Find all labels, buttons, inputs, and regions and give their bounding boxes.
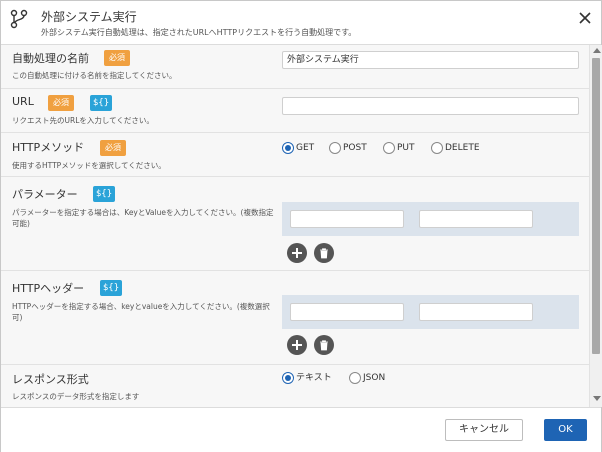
headers-row: HTTPヘッダー ${} HTTPヘッダーを指定する場合、keyとvalueを入… — [1, 271, 589, 365]
delete-header-button[interactable] — [314, 335, 334, 355]
scroll-up-icon[interactable] — [593, 48, 601, 53]
required-badge: 必須 — [48, 95, 74, 111]
headers-label: HTTPヘッダー — [12, 282, 85, 295]
add-header-button[interactable] — [287, 335, 307, 355]
radio-icon — [349, 372, 361, 384]
params-row: パラメーター ${} パラメーターを指定する場合は、KeyとValueを入力して… — [1, 177, 589, 271]
scrollbar-thumb[interactable] — [592, 58, 600, 354]
radio-selected-icon — [282, 372, 294, 384]
vertical-scrollbar[interactable] — [589, 45, 602, 407]
variable-insert-button[interactable]: ${} — [90, 95, 112, 111]
name-row: 自動処理の名前 必須 この自動処理に付ける名前を指定してください。 外部システム… — [1, 45, 589, 89]
dialog-footer: キャンセル OK — [1, 407, 601, 452]
radio-label: PUT — [397, 143, 415, 153]
required-badge: 必須 — [104, 50, 130, 66]
plus-icon — [292, 340, 302, 350]
url-row: URL 必須 ${} リクエスト先のURLを入力してください。 — [1, 89, 589, 133]
name-description: この自動処理に付ける名前を指定してください。 — [12, 71, 177, 80]
variable-insert-button[interactable]: ${} — [100, 280, 122, 296]
delete-param-button[interactable] — [314, 243, 334, 263]
method-label: HTTPメソッド — [12, 141, 85, 154]
headers-value-input[interactable] — [419, 303, 533, 321]
response-description: レスポンスのデータ形式を指定します — [12, 392, 140, 401]
radio-label: JSON — [363, 373, 386, 383]
response-radio-group: テキスト JSON — [282, 372, 432, 386]
name-input[interactable]: 外部システム実行 — [282, 51, 579, 69]
params-key-input[interactable] — [290, 210, 404, 228]
radio-label: DELETE — [445, 143, 480, 153]
headers-description: HTTPヘッダーを指定する場合、keyとvalueを入力してください。(複数選択… — [12, 302, 270, 322]
add-param-button[interactable] — [287, 243, 307, 263]
headers-kv-panel — [282, 295, 579, 329]
url-description: リクエスト先のURLを入力してください。 — [12, 116, 154, 125]
flow-icon — [10, 9, 28, 29]
params-label: パラメーター — [12, 188, 78, 201]
radio-icon — [329, 142, 341, 154]
radio-label: テキスト — [296, 373, 332, 383]
response-row: レスポンス形式 レスポンスのデータ形式を指定します テキスト JSON — [1, 365, 589, 407]
cancel-button[interactable]: キャンセル — [445, 419, 523, 441]
headers-key-input[interactable] — [290, 303, 404, 321]
method-description: 使用するHTTPメソッドを選択してください。 — [12, 161, 166, 170]
radio-label: GET — [296, 143, 315, 153]
method-row: HTTPメソッド 必須 使用するHTTPメソッドを選択してください。 GET P… — [1, 133, 589, 177]
dialog-subtitle: 外部システム実行自動処理は、指定されたURLへHTTPリクエストを行う自動処理で… — [41, 28, 357, 37]
plus-icon — [292, 248, 302, 258]
method-radio-group: GET POST PUT DELETE — [282, 142, 502, 156]
form-content: 自動処理の名前 必須 この自動処理に付ける名前を指定してください。 外部システム… — [1, 45, 589, 407]
dialog-title: 外部システム実行 — [41, 10, 137, 24]
response-label: レスポンス形式 — [12, 373, 89, 386]
variable-insert-button[interactable]: ${} — [93, 186, 115, 202]
scroll-down-icon[interactable] — [593, 396, 601, 401]
url-input[interactable] — [282, 97, 579, 115]
close-icon[interactable] — [577, 10, 593, 26]
radio-icon — [383, 142, 395, 154]
url-label: URL — [12, 95, 34, 108]
radio-selected-icon — [282, 142, 294, 154]
params-kv-panel — [282, 202, 579, 236]
required-badge: 必須 — [100, 140, 126, 156]
params-value-input[interactable] — [419, 210, 533, 228]
ok-button[interactable]: OK — [544, 419, 587, 441]
name-label: 自動処理の名前 — [12, 52, 89, 65]
params-description: パラメーターを指定する場合は、KeyとValueを入力してください。(複数指定可… — [12, 208, 274, 228]
trash-icon — [320, 340, 328, 351]
dialog: 外部システム実行 外部システム実行自動処理は、指定されたURLへHTTPリクエス… — [0, 0, 602, 452]
dialog-header: 外部システム実行 外部システム実行自動処理は、指定されたURLへHTTPリクエス… — [1, 1, 601, 45]
radio-label: POST — [343, 143, 367, 153]
trash-icon — [320, 248, 328, 259]
radio-icon — [431, 142, 443, 154]
